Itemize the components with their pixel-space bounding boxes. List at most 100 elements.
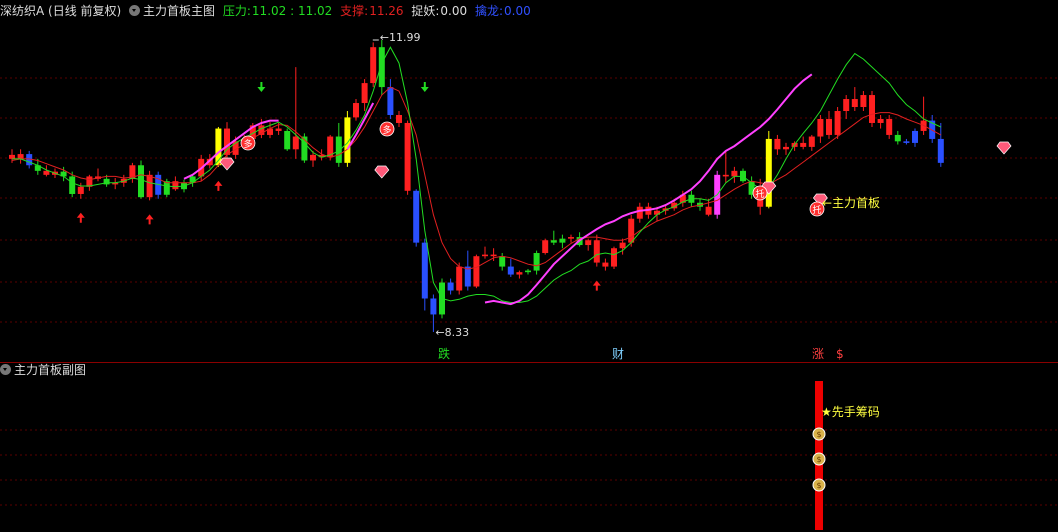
- candle-body: [894, 134, 901, 142]
- support-label: 支撑:: [340, 4, 369, 18]
- candle-body: [396, 114, 402, 123]
- candle-body: [490, 254, 497, 257]
- candle-body: [43, 170, 50, 175]
- sub-indicator-name[interactable]: 主力首板副图: [14, 363, 86, 377]
- candle-body: [473, 256, 480, 287]
- diamond-icon: [996, 141, 1012, 155]
- security-title[interactable]: 深纺织A (日线 前复权): [0, 4, 121, 18]
- candle-body: [843, 99, 850, 112]
- candle-body: [628, 218, 635, 243]
- main-chart[interactable]: ←11.99←8.33多多托托←主力首板跌财涨 $: [0, 0, 1058, 365]
- candle-body: [516, 272, 523, 275]
- candle-body: [447, 282, 454, 291]
- stock-chart-window: ←11.99 ←8.33 多多托托 ←主力首板跌财涨 $ 深纺织A (日线 前复权) 主…: [0, 0, 1058, 532]
- sub-chart[interactable]: $ $ $ ★先手筹码: [0, 364, 1058, 532]
- candle-body: [310, 154, 316, 161]
- candle-body: [224, 128, 230, 155]
- candle-body: [611, 248, 617, 267]
- candle-body: [654, 210, 660, 215]
- badge-text: 多: [382, 124, 391, 136]
- support-value: 11.26: [369, 4, 404, 18]
- candle-body: [292, 136, 299, 150]
- sub-header: 主力首板副图: [0, 359, 90, 381]
- candle-body: [903, 141, 910, 143]
- pane-divider[interactable]: [0, 362, 1058, 363]
- candle-body: [826, 118, 832, 135]
- main-indicator-name[interactable]: 主力首板主图: [143, 4, 215, 18]
- candle-body: [525, 270, 531, 273]
- candle-body: [550, 240, 557, 243]
- candle-body: [533, 253, 540, 271]
- candle-body: [482, 254, 488, 257]
- bottom-marker: 跌: [438, 346, 450, 361]
- candle-body: [834, 111, 841, 135]
- candle-body: [568, 237, 574, 239]
- capture-value: 0.00: [504, 4, 531, 18]
- pressure-label: 压力:: [222, 4, 251, 18]
- candle-body: [705, 206, 712, 215]
- candle-body: [430, 298, 437, 315]
- candle-body: [361, 83, 368, 104]
- candle-body: [851, 99, 858, 108]
- high-price-label: ←11.99: [380, 31, 421, 44]
- low-price-label: ←8.33: [435, 326, 469, 339]
- candle-body: [370, 47, 377, 84]
- bottom-marker: $: [836, 347, 844, 361]
- buy-arrow-icon: [76, 212, 85, 223]
- candle-body: [602, 262, 609, 267]
- candle-body: [499, 256, 506, 267]
- candle-body: [886, 118, 893, 135]
- candle-body: [17, 154, 24, 159]
- coin-symbol: $: [816, 481, 821, 490]
- candle-body: [413, 190, 420, 243]
- candle-body: [731, 170, 738, 177]
- candle-body: [593, 240, 600, 263]
- candle-body: [542, 240, 549, 254]
- candle-body: [860, 95, 867, 108]
- badge-text: 托: [812, 204, 821, 216]
- candle-body: [77, 186, 84, 194]
- buy-arrow-icon: [592, 280, 601, 291]
- candle-body: [877, 118, 884, 123]
- candle-body: [456, 266, 463, 291]
- candle-body: [421, 242, 428, 299]
- sell-arrow-icon: [257, 82, 266, 92]
- candle-body: [912, 130, 918, 143]
- first-board-label: ←主力首板: [822, 196, 880, 210]
- diamond-icon: [374, 165, 390, 179]
- candle-body: [722, 174, 729, 177]
- candle-body: [387, 87, 394, 115]
- candle-body: [559, 238, 566, 243]
- candle-body: [774, 138, 781, 150]
- candle-body: [404, 122, 411, 191]
- badge-text: 托: [755, 188, 764, 200]
- candle-body: [146, 174, 153, 198]
- candle-body: [69, 176, 76, 194]
- candle-body: [138, 165, 144, 198]
- capture-label: 擒龙:: [474, 4, 504, 18]
- main-header: 深纺织A (日线 前复权) 主力首板主图 压力:11.02 : 11.02 支撑…: [0, 0, 535, 22]
- catch-label: 捉妖:: [411, 4, 440, 18]
- collapse-toggle-icon[interactable]: [129, 5, 141, 16]
- candle-body: [464, 266, 471, 287]
- candle-body: [808, 136, 815, 147]
- bottom-marker: 财: [612, 347, 624, 361]
- candle-body: [817, 118, 824, 137]
- candle-body: [783, 146, 789, 150]
- candle-body: [378, 47, 385, 88]
- coin-symbol: $: [816, 455, 821, 464]
- candle-body: [937, 138, 944, 163]
- candle-body: [869, 95, 875, 123]
- pressure-value: 11.02 : 11.02: [251, 4, 333, 18]
- candle-body: [9, 154, 15, 159]
- buy-arrow-icon: [145, 214, 154, 225]
- candle-body: [636, 206, 643, 219]
- candle-body: [275, 128, 282, 131]
- sub-collapse-toggle-icon[interactable]: [0, 364, 11, 375]
- candle-body: [353, 103, 359, 118]
- candle-body: [765, 138, 772, 207]
- candle-body: [585, 240, 592, 246]
- catch-value: 0.00: [440, 4, 468, 18]
- sell-arrow-icon: [420, 82, 429, 92]
- candle-body: [284, 130, 291, 150]
